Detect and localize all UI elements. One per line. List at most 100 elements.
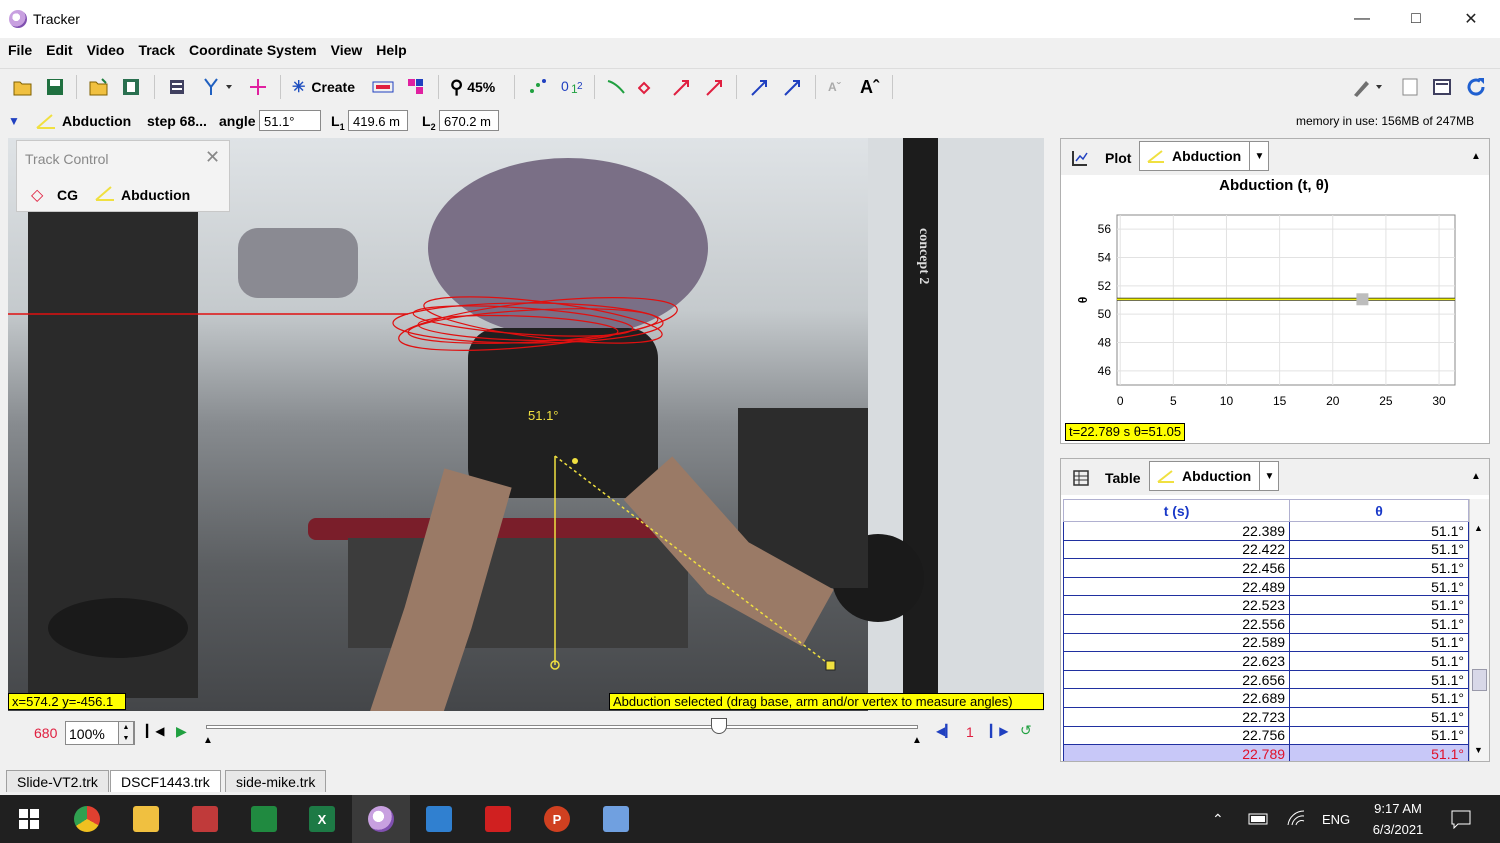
table-row[interactable]: 22.389 51.1° xyxy=(1063,521,1469,541)
axes-icon[interactable] xyxy=(246,75,270,99)
drawing-tools-icon[interactable] xyxy=(1350,75,1386,99)
font-larger-icon[interactable]: Aˆ xyxy=(860,75,879,99)
scroll-thumb[interactable] xyxy=(1472,669,1487,691)
file-tab-active[interactable]: DSCF1443.trk xyxy=(110,770,221,792)
track-visibility-icon[interactable] xyxy=(372,79,394,95)
scroll-up-icon[interactable]: ▲ xyxy=(1474,523,1483,533)
start-button[interactable] xyxy=(0,795,58,843)
start-marker-icon[interactable]: ▲ xyxy=(203,735,213,746)
create-track-button[interactable]: ✳ Create xyxy=(292,75,355,99)
trails-icon[interactable] xyxy=(404,75,428,99)
menu-edit[interactable]: Edit xyxy=(46,42,72,58)
table-collapse-icon[interactable]: ▲ xyxy=(1471,471,1481,482)
refresh-icon[interactable] xyxy=(1464,75,1488,99)
table-row[interactable]: 22.556 51.1° xyxy=(1063,613,1469,634)
taskbar-powerpoint[interactable]: P xyxy=(528,795,586,843)
track-name[interactable]: Abduction xyxy=(62,113,131,129)
menu-help[interactable]: Help xyxy=(376,42,406,58)
taskbar-tracker[interactable] xyxy=(352,795,410,843)
positions-icon[interactable] xyxy=(638,75,662,99)
minimize-button[interactable]: — xyxy=(1334,0,1390,38)
playback-slider-thumb[interactable] xyxy=(710,718,727,734)
table-row[interactable]: 22.523 51.1° xyxy=(1063,595,1469,615)
zoom-button[interactable]: ⚲ 45% xyxy=(450,75,495,99)
open-recent-icon[interactable] xyxy=(88,77,110,97)
menu-file[interactable]: File xyxy=(8,42,32,58)
menu-track[interactable]: Track xyxy=(138,42,175,58)
clock-date[interactable]: 6/3/2021 xyxy=(1362,822,1434,837)
taskbar-excel[interactable]: X xyxy=(293,795,351,843)
table-track-dropdown-icon[interactable]: ▼ xyxy=(1259,461,1279,491)
table-scrollbar[interactable]: ▲ ▼ xyxy=(1469,499,1489,761)
column-header-theta[interactable]: θ xyxy=(1289,499,1469,522)
table-row[interactable]: 22.489 51.1° xyxy=(1063,576,1469,597)
calibration-tools-icon[interactable] xyxy=(200,75,236,99)
preferences-icon[interactable] xyxy=(1432,77,1452,97)
taskbar-app[interactable] xyxy=(235,795,293,843)
play-icon[interactable]: ▶ xyxy=(176,723,187,740)
taskbar-acrobat[interactable] xyxy=(469,795,527,843)
file-tab[interactable]: side-mike.trk xyxy=(225,770,327,792)
track-abduction-button[interactable]: Abduction xyxy=(121,187,190,203)
memory-indicator[interactable]: memory in use: 156MB of 247MB xyxy=(1296,114,1474,128)
reset-icon[interactable]: ▎◀ xyxy=(146,724,164,738)
save-icon[interactable] xyxy=(45,77,65,97)
video-view[interactable]: concept 2 51.1° Track Control ✕ ◇ CG Abd… xyxy=(8,138,1044,711)
vectors-sum-icon[interactable] xyxy=(748,75,772,99)
step-size[interactable]: 1 xyxy=(966,724,974,740)
table-row[interactable]: 22.723 51.1° xyxy=(1063,706,1469,727)
menu-view[interactable]: View xyxy=(331,42,363,58)
vectors-mass-icon[interactable] xyxy=(781,75,805,99)
acceleration-icon[interactable] xyxy=(703,75,727,99)
plot-track-dropdown-icon[interactable]: ▼ xyxy=(1249,141,1269,171)
step-back-icon[interactable]: ◀▎ xyxy=(936,724,954,738)
track-control-close-icon[interactable]: ✕ xyxy=(205,147,220,168)
taskbar-chrome[interactable] xyxy=(58,795,116,843)
font-smaller-icon[interactable]: Aˇ xyxy=(828,75,841,99)
open-folder-icon[interactable] xyxy=(12,77,34,97)
table-row[interactable]: 22.623 51.1° xyxy=(1063,651,1469,671)
maximize-button[interactable]: □ xyxy=(1388,0,1444,38)
playback-slider[interactable] xyxy=(206,725,918,729)
loop-icon[interactable]: ↺ xyxy=(1020,722,1032,739)
l1-field[interactable]: 419.6 m xyxy=(348,110,408,131)
paths-icon[interactable] xyxy=(604,75,628,99)
close-button[interactable]: ✕ xyxy=(1443,0,1499,38)
l2-field[interactable]: 670.2 m xyxy=(439,110,499,131)
table-row[interactable]: 22.656 51.1° xyxy=(1063,669,1469,690)
taskbar-file-explorer[interactable] xyxy=(117,795,175,843)
step-forward-icon[interactable]: ▎▶ xyxy=(990,724,1008,738)
table-row[interactable]: 22.789 51.1° xyxy=(1063,744,1469,761)
rate-spinner[interactable]: ▲ ▼ xyxy=(118,721,134,745)
plot-area[interactable]: 0 5 10 15 20 25 30 46 48 50 52 54 56 t (s) θ xyxy=(1061,199,1489,409)
notifications-icon[interactable] xyxy=(1450,809,1472,829)
taskbar-paint[interactable] xyxy=(587,795,645,843)
angle-field[interactable]: 51.1° xyxy=(259,110,321,131)
export-icon[interactable] xyxy=(121,77,143,97)
column-header-time[interactable]: t (s) xyxy=(1063,499,1291,522)
taskbar-app[interactable] xyxy=(176,795,234,843)
labels-icon[interactable]: 012 xyxy=(559,75,585,99)
table-row[interactable]: 22.422 51.1° xyxy=(1063,539,1469,560)
trackbar-dropdown-icon[interactable]: ▼ xyxy=(8,114,20,128)
table-row[interactable]: 22.456 51.1° xyxy=(1063,558,1469,578)
table-row[interactable]: 22.589 51.1° xyxy=(1063,632,1469,653)
frame-number[interactable]: 680 xyxy=(34,725,57,741)
menu-coordinate-system[interactable]: Coordinate System xyxy=(189,42,317,58)
menu-video[interactable]: Video xyxy=(87,42,125,58)
clip-settings-icon[interactable] xyxy=(167,77,187,97)
plot-collapse-icon[interactable]: ▲ xyxy=(1471,151,1481,162)
points-icon[interactable] xyxy=(526,75,550,99)
velocity-icon[interactable] xyxy=(670,75,694,99)
table-row[interactable]: 22.689 51.1° xyxy=(1063,688,1469,708)
taskbar-photos[interactable] xyxy=(410,795,468,843)
show-hidden-icons-icon[interactable]: ⌃ xyxy=(1212,811,1224,828)
scroll-down-icon[interactable]: ▼ xyxy=(1474,745,1483,755)
end-marker-icon[interactable]: ▲ xyxy=(912,735,922,746)
language-indicator[interactable]: ENG xyxy=(1322,812,1350,827)
clock-time[interactable]: 9:17 AM xyxy=(1366,801,1430,816)
wifi-icon[interactable] xyxy=(1286,809,1306,827)
file-tab[interactable]: Slide-VT2.trk xyxy=(6,770,109,792)
track-cg-button[interactable]: CG xyxy=(57,187,78,203)
notes-icon[interactable] xyxy=(1400,77,1420,97)
